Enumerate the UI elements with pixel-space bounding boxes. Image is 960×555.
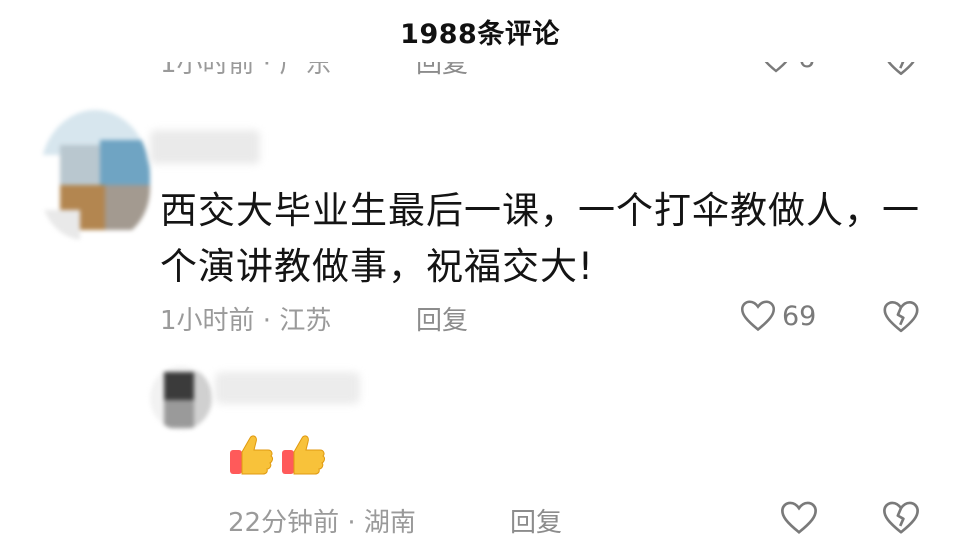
comment-emoji-content <box>228 430 328 478</box>
thumbs-up-emoji <box>282 435 326 475</box>
broken-heart-icon[interactable] <box>882 300 920 334</box>
like-count: 69 <box>782 300 817 332</box>
comments-header: 1988条评论 <box>0 0 960 62</box>
comment-text: 西交大毕业生最后一课，一个打伞教做人，一个演讲教做事，祝福交大! <box>160 189 920 288</box>
comment-time-location: 1小时前 · 江苏 <box>160 306 332 336</box>
username-redacted[interactable] <box>215 372 360 404</box>
thumbs-up-emoji <box>230 435 274 475</box>
broken-heart-icon[interactable] <box>882 500 920 536</box>
like-button[interactable]: 69 <box>740 299 816 333</box>
username-redacted[interactable] <box>150 130 260 164</box>
reply-button[interactable]: 回复 <box>510 502 562 539</box>
heart-icon[interactable] <box>780 500 818 536</box>
avatar[interactable] <box>40 110 150 240</box>
avatar[interactable] <box>150 366 212 430</box>
comment-time-location: 22分钟前 · 湖南 <box>228 508 416 538</box>
comment-count-title: 1988条评论 <box>400 19 560 50</box>
heart-icon <box>740 300 776 332</box>
reply-button[interactable]: 回复 <box>416 300 468 337</box>
